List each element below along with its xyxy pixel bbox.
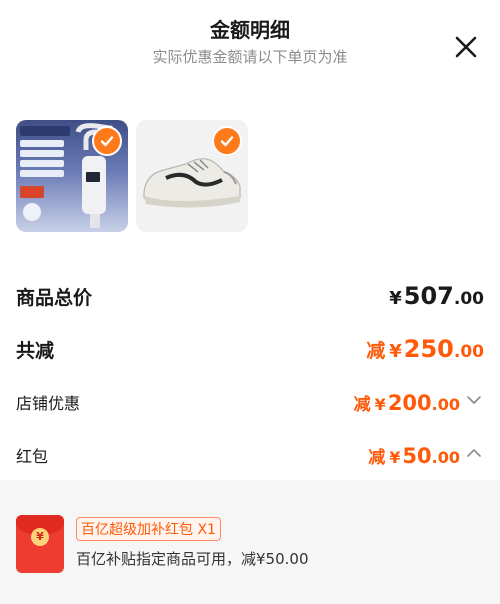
close-icon [455, 36, 477, 58]
reduce-prefix: 减 [366, 340, 386, 362]
reduce-prefix: 减 [353, 394, 371, 415]
check-icon [100, 136, 114, 147]
chevron-down-icon[interactable] [464, 390, 484, 410]
yen-symbol: ¥ [389, 341, 402, 362]
product-thumb-faucet[interactable] [16, 120, 128, 232]
coupon-description: 百亿补贴指定商品可用，减¥50.00 [76, 550, 309, 568]
coin-icon: ¥ [31, 528, 49, 546]
yen-symbol: ¥ [389, 288, 402, 309]
price-decimal: .00 [453, 289, 484, 309]
close-button[interactable] [452, 33, 480, 61]
total-reduction-row: 共减 减 ¥ 250 .00 [16, 329, 484, 369]
header: 金额明细 实际优惠金额请以下单页为准 [0, 0, 500, 90]
chevron-up-icon[interactable] [464, 443, 484, 463]
total-price-row: 商品总价 ¥ 507 .00 [16, 276, 484, 316]
hongbao-detail-panel: ¥ [0, 480, 500, 604]
total-reduction-label: 共减 [16, 339, 55, 362]
total-price-label: 商品总价 [16, 286, 93, 309]
selected-check[interactable] [92, 126, 122, 156]
total-price-value: ¥ 507 .00 [389, 282, 484, 310]
price-decimal: .00 [431, 447, 460, 467]
shop-discount-value: 减 ¥ 200 .00 [354, 390, 484, 415]
price-integer: 507 [403, 282, 454, 310]
price-decimal: .00 [453, 342, 484, 362]
product-list [16, 120, 248, 234]
price-integer: 50 [402, 443, 432, 468]
coupon-tag: 百亿超级加补红包 X1 [76, 517, 221, 541]
total-reduction-value: 减 ¥ 250 .00 [366, 335, 484, 363]
price-integer: 200 [387, 390, 432, 415]
hongbao-row[interactable]: 红包 减 ¥ 50 .00 [16, 437, 484, 473]
page-title: 金额明细 [210, 18, 290, 42]
hongbao-value: 减 ¥ 50 .00 [368, 443, 484, 468]
red-envelope-icon: ¥ [16, 515, 64, 573]
page-subtitle: 实际优惠金额请以下单页为准 [152, 48, 348, 66]
reduce-prefix: 减 [368, 447, 386, 468]
shop-discount-label: 店铺优惠 [16, 394, 81, 413]
shop-discount-row[interactable]: 店铺优惠 减 ¥ 200 .00 [16, 384, 484, 420]
price-decimal: .00 [431, 394, 460, 414]
yen-symbol: ¥ [389, 447, 401, 467]
hongbao-label: 红包 [16, 447, 49, 466]
check-icon [220, 136, 234, 147]
price-integer: 250 [403, 335, 454, 363]
product-thumb-shoe[interactable] [136, 120, 248, 232]
yen-symbol: ¥ [374, 394, 386, 414]
selected-check[interactable] [212, 126, 242, 156]
